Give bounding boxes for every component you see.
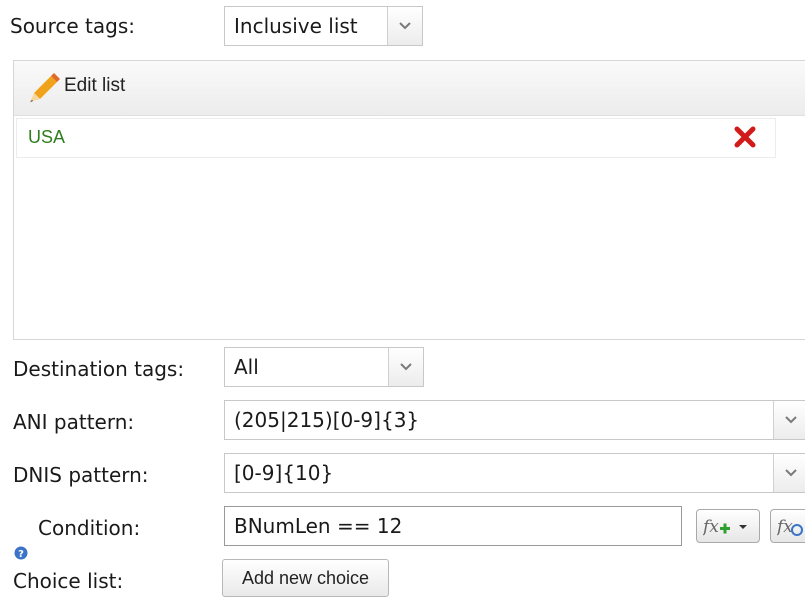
ani-pattern-value: (205|215)[0-9]{3} xyxy=(234,408,420,432)
destination-tags-label: Destination tags: xyxy=(13,357,185,381)
destination-tags-value: All xyxy=(234,355,259,379)
source-tags-list-panel: Edit list USA xyxy=(13,60,805,340)
svg-text:?: ? xyxy=(18,549,24,560)
tag-text: USA xyxy=(28,127,66,147)
edit-list-toolbar[interactable]: Edit list xyxy=(14,61,805,116)
source-tags-select[interactable]: Inclusive list xyxy=(224,6,423,46)
condition-label: Condition: xyxy=(38,516,141,540)
function-check-icon: fx xyxy=(777,517,803,537)
edit-list-label: Edit list xyxy=(64,75,126,96)
condition-value: BNumLen == 12 xyxy=(234,514,403,538)
insert-function-button[interactable]: fx xyxy=(696,509,760,543)
condition-input[interactable]: BNumLen == 12 xyxy=(224,506,682,546)
pencil-icon xyxy=(30,73,60,102)
info-icon[interactable]: ? xyxy=(14,546,28,560)
list-item: USA xyxy=(16,118,776,158)
dnis-pattern-dropdown-button[interactable] xyxy=(773,454,805,492)
svg-text:fx: fx xyxy=(703,517,719,537)
chevron-down-icon xyxy=(400,363,412,371)
ani-pattern-select[interactable]: (205|215)[0-9]{3} xyxy=(224,400,805,440)
dnis-pattern-label: DNIS pattern: xyxy=(13,463,149,487)
choice-list-label: Choice list: xyxy=(13,569,124,593)
chevron-down-icon xyxy=(399,22,411,30)
source-tags-dropdown-button[interactable] xyxy=(387,7,422,45)
dnis-pattern-value: [0-9]{10} xyxy=(234,461,334,485)
destination-tags-select[interactable]: All xyxy=(224,347,424,387)
destination-tags-dropdown-button[interactable] xyxy=(388,348,423,386)
function-add-icon: fx xyxy=(703,517,747,537)
add-new-choice-button[interactable]: Add new choice xyxy=(222,559,389,597)
svg-text:fx: fx xyxy=(777,517,793,537)
source-tags-label: Source tags: xyxy=(10,14,135,38)
dnis-pattern-select[interactable]: [0-9]{10} xyxy=(224,453,805,493)
ani-pattern-label: ANI pattern: xyxy=(13,410,135,434)
ani-pattern-dropdown-button[interactable] xyxy=(773,401,805,439)
source-tags-value: Inclusive list xyxy=(234,14,358,38)
delete-icon[interactable] xyxy=(734,126,756,148)
chevron-down-icon xyxy=(785,416,797,424)
evaluate-function-button[interactable]: fx xyxy=(770,509,805,543)
chevron-down-icon xyxy=(785,469,797,477)
